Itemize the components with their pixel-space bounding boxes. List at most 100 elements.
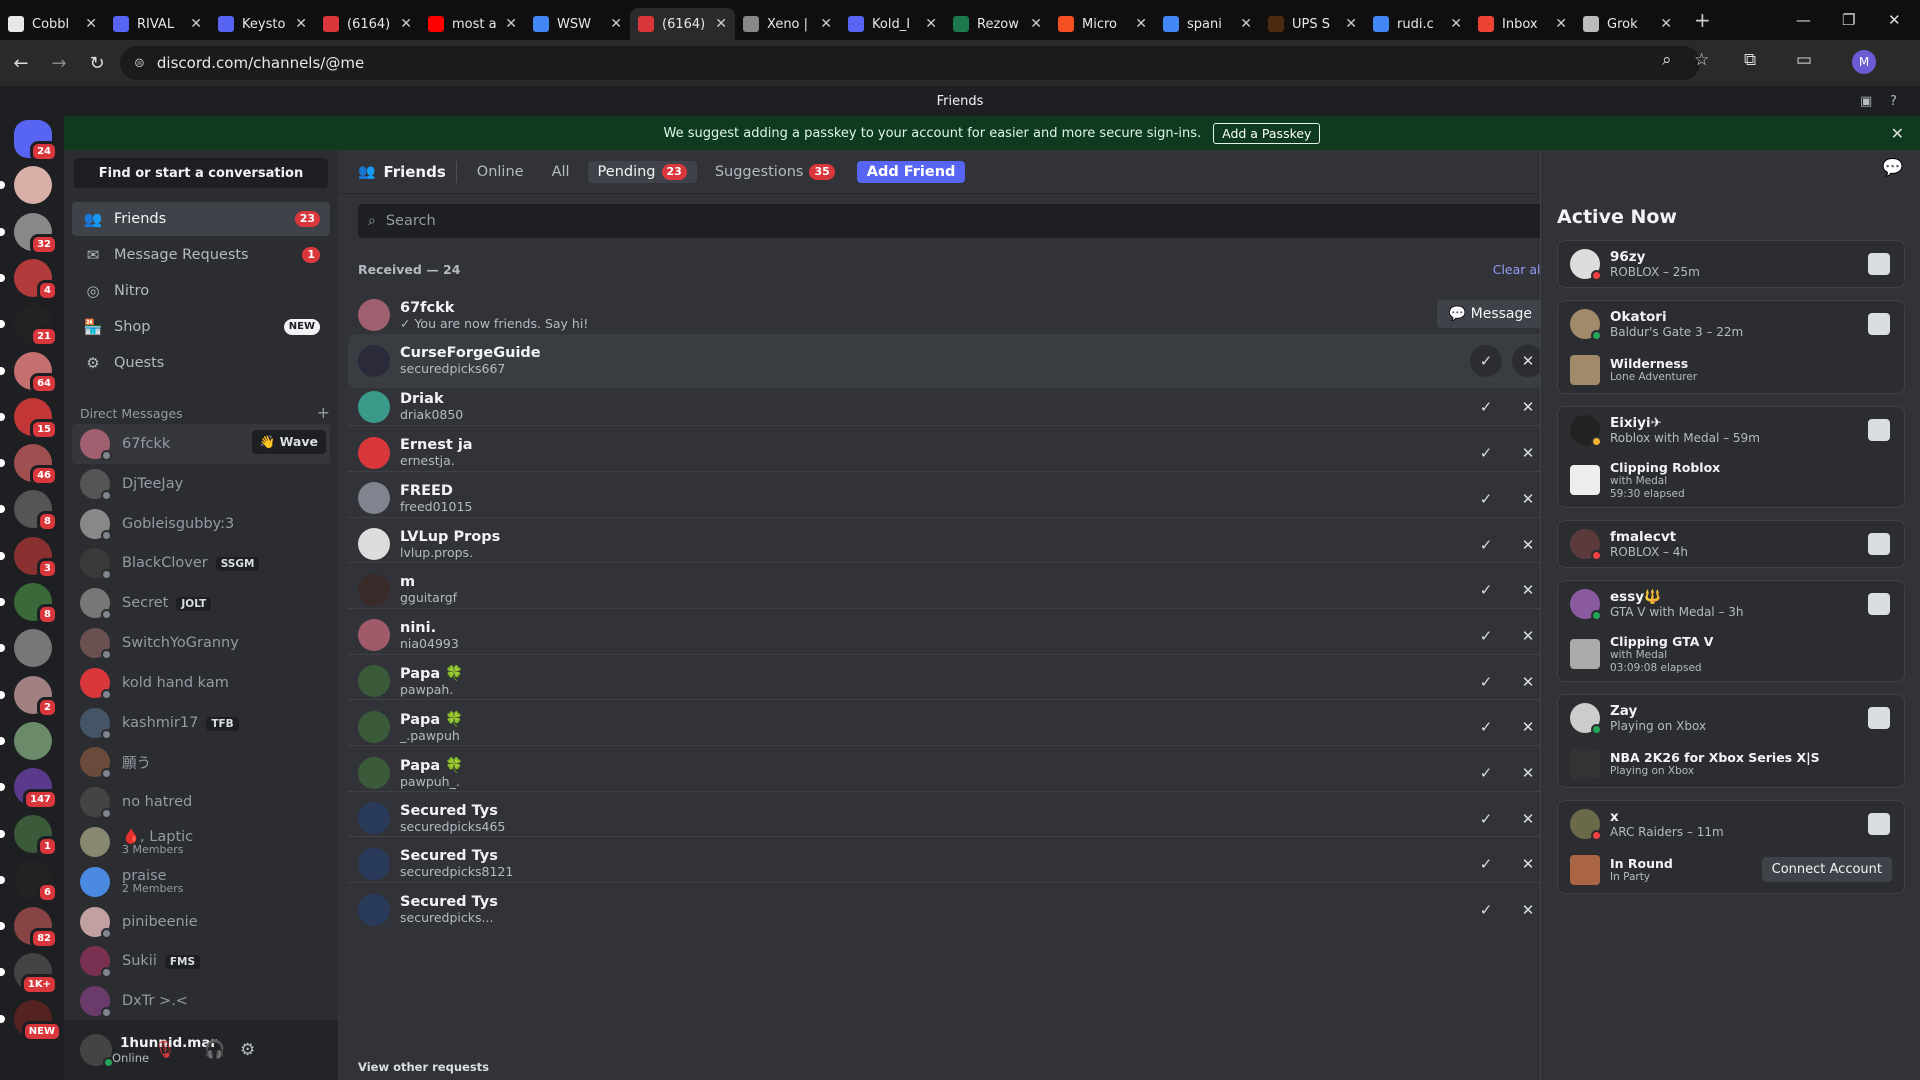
add-friend-button[interactable]: Add Friend bbox=[856, 160, 966, 183]
add-passkey-button[interactable]: Add a Passkey bbox=[1213, 122, 1321, 144]
accept-icon[interactable]: ✓ bbox=[1470, 666, 1502, 698]
accept-icon[interactable]: ✓ bbox=[1470, 437, 1502, 469]
server-icon[interactable]: 64 bbox=[0, 351, 58, 394]
dm-item[interactable]: DxTr >.< bbox=[72, 981, 330, 1021]
browser-tab[interactable]: spani ✕ bbox=[1155, 8, 1260, 40]
tab-close-icon[interactable]: ✕ bbox=[715, 16, 727, 32]
browser-tab[interactable]: rudi.c ✕ bbox=[1365, 8, 1470, 40]
close-icon[interactable]: ✕ bbox=[1891, 124, 1904, 143]
gear-icon[interactable]: ⚙ bbox=[240, 1040, 255, 1060]
new-tab-button[interactable]: + bbox=[1694, 8, 1711, 32]
avatar[interactable] bbox=[80, 1034, 114, 1068]
nav-item-message-requests[interactable]: ✉ Message Requests 1 bbox=[72, 238, 330, 272]
tab-close-icon[interactable]: ✕ bbox=[1450, 16, 1462, 32]
tab-close-icon[interactable]: ✕ bbox=[925, 16, 937, 32]
tab-close-icon[interactable]: ✕ bbox=[190, 16, 202, 32]
server-icon[interactable]: 8 bbox=[0, 490, 58, 533]
activity-card[interactable]: 96zy ROBLOX – 25m bbox=[1557, 240, 1905, 288]
connect-account-button[interactable]: Connect Account bbox=[1761, 857, 1892, 882]
server-icon[interactable] bbox=[0, 166, 52, 205]
new-group-dm-icon[interactable]: 💬 bbox=[1882, 158, 1903, 178]
tab-online[interactable]: Online bbox=[467, 161, 534, 183]
wave-button[interactable]: 👋 Wave bbox=[251, 430, 326, 454]
tab-close-icon[interactable]: ✕ bbox=[610, 16, 622, 32]
tab-close-icon[interactable]: ✕ bbox=[295, 16, 307, 32]
tab-close-icon[interactable]: ✕ bbox=[1660, 16, 1672, 32]
accept-icon[interactable]: ✓ bbox=[1470, 711, 1502, 743]
dm-item[interactable]: praise 2 Members bbox=[72, 862, 330, 902]
dm-item[interactable]: kold hand kam bbox=[72, 663, 330, 703]
server-icon[interactable] bbox=[0, 629, 52, 668]
browser-tab[interactable]: RIVAL ✕ bbox=[105, 8, 210, 40]
headphones-icon[interactable]: 🎧 bbox=[204, 1040, 225, 1060]
server-icon[interactable]: 6 bbox=[0, 860, 58, 903]
view-other-requests-link[interactable]: View other requests bbox=[358, 1060, 489, 1074]
tab-close-icon[interactable]: ✕ bbox=[820, 16, 832, 32]
mic-muted-icon[interactable]: 🎙 bbox=[154, 1040, 176, 1060]
server-icon[interactable]: 24 bbox=[14, 120, 58, 162]
friend-request-row[interactable]: Secured Tys securedpicks... ✓ ✕ bbox=[348, 882, 1556, 936]
dm-item[interactable]: Gobleisgubby:3 bbox=[72, 504, 330, 544]
dm-item[interactable]: no hatred bbox=[72, 782, 330, 822]
tab-close-icon[interactable]: ✕ bbox=[1345, 16, 1357, 32]
dm-item[interactable]: DjTeeJay bbox=[72, 464, 330, 504]
browser-tab[interactable]: Cobbl ✕ bbox=[0, 8, 105, 40]
server-icon[interactable]: 32 bbox=[0, 212, 58, 255]
browser-tab[interactable]: Kold_I ✕ bbox=[840, 8, 945, 40]
zoom-icon[interactable]: ⌕ bbox=[1662, 50, 1672, 70]
dm-item[interactable]: 67fckk 👋 Wave bbox=[72, 424, 330, 464]
activity-card[interactable]: Zay Playing on Xbox NBA 2K26 for Xbox Seri… bbox=[1557, 694, 1905, 788]
cast-icon[interactable]: ▭ bbox=[1796, 50, 1812, 70]
accept-icon[interactable]: ✓ bbox=[1470, 620, 1502, 652]
minimize-button[interactable]: — bbox=[1796, 0, 1811, 40]
activity-card[interactable]: x ARC Raiders – 11m In Round In Party Connec… bbox=[1557, 800, 1905, 894]
clear-all-link[interactable]: Clear all bbox=[1493, 262, 1544, 277]
browser-tab[interactable]: Micro ✕ bbox=[1050, 8, 1155, 40]
server-icon[interactable]: 82 bbox=[0, 907, 58, 950]
tab-close-icon[interactable]: ✕ bbox=[85, 16, 97, 32]
back-button[interactable]: ← bbox=[4, 46, 38, 80]
message-button[interactable]: 💬 Message bbox=[1436, 300, 1544, 328]
browser-tab[interactable]: Keysto ✕ bbox=[210, 8, 315, 40]
browser-tab[interactable]: most a ✕ bbox=[420, 8, 525, 40]
accept-icon[interactable]: ✓ bbox=[1470, 483, 1502, 515]
close-window-button[interactable]: ✕ bbox=[1888, 0, 1901, 40]
server-icon[interactable]: 1 bbox=[0, 814, 58, 857]
browser-tab[interactable]: Grok ✕ bbox=[1575, 8, 1680, 40]
browser-tab[interactable]: UPS S ✕ bbox=[1260, 8, 1365, 40]
server-icon[interactable]: 147 bbox=[0, 768, 58, 811]
dm-item[interactable]: pinibeenie bbox=[72, 902, 330, 942]
dm-item[interactable]: BlackClover SSGM bbox=[72, 543, 330, 583]
tab-pending[interactable]: Pending 23 bbox=[587, 160, 697, 183]
browser-tab[interactable]: (6164) ✕ bbox=[630, 8, 735, 40]
accept-icon[interactable]: ✓ bbox=[1470, 529, 1502, 561]
tab-close-icon[interactable]: ✕ bbox=[505, 16, 517, 32]
tab-suggestions[interactable]: Suggestions 35 bbox=[705, 161, 845, 183]
dm-item[interactable]: Secret JOLT bbox=[72, 583, 330, 623]
accept-icon[interactable]: ✓ bbox=[1470, 344, 1502, 377]
inbox-icon[interactable]: ▣ bbox=[1860, 94, 1872, 109]
dm-item[interactable]: 🩸, Laptic 3 Members bbox=[72, 822, 330, 862]
accept-icon[interactable]: ✓ bbox=[1470, 757, 1502, 789]
dm-item[interactable]: 願う bbox=[72, 742, 330, 782]
accept-icon[interactable]: ✓ bbox=[1470, 803, 1502, 835]
server-icon[interactable]: 4 bbox=[0, 258, 58, 301]
tab-close-icon[interactable]: ✕ bbox=[1030, 16, 1042, 32]
restore-button[interactable]: ❐ bbox=[1842, 0, 1855, 40]
nav-item-nitro[interactable]: ◎ Nitro bbox=[72, 274, 330, 308]
forward-button[interactable]: → bbox=[42, 46, 76, 80]
search-input[interactable]: ⌕ Search bbox=[358, 204, 1548, 238]
tab-close-icon[interactable]: ✕ bbox=[1135, 16, 1147, 32]
server-icon[interactable]: 15 bbox=[0, 397, 58, 440]
server-icon[interactable] bbox=[0, 721, 52, 760]
server-icon[interactable]: NEW bbox=[0, 999, 62, 1042]
tab-all[interactable]: All bbox=[542, 161, 580, 183]
tab-close-icon[interactable]: ✕ bbox=[1555, 16, 1567, 32]
accept-icon[interactable]: ✓ bbox=[1470, 574, 1502, 606]
nav-item-friends[interactable]: 👥 Friends 23 bbox=[72, 202, 330, 236]
server-icon[interactable]: 46 bbox=[0, 444, 58, 487]
browser-tab[interactable]: (6164) ✕ bbox=[315, 8, 420, 40]
browser-tab[interactable]: WSW ✕ bbox=[525, 8, 630, 40]
site-info-icon[interactable]: ⊜ bbox=[134, 56, 145, 71]
dm-item[interactable]: kashmir17 TFB bbox=[72, 703, 330, 743]
